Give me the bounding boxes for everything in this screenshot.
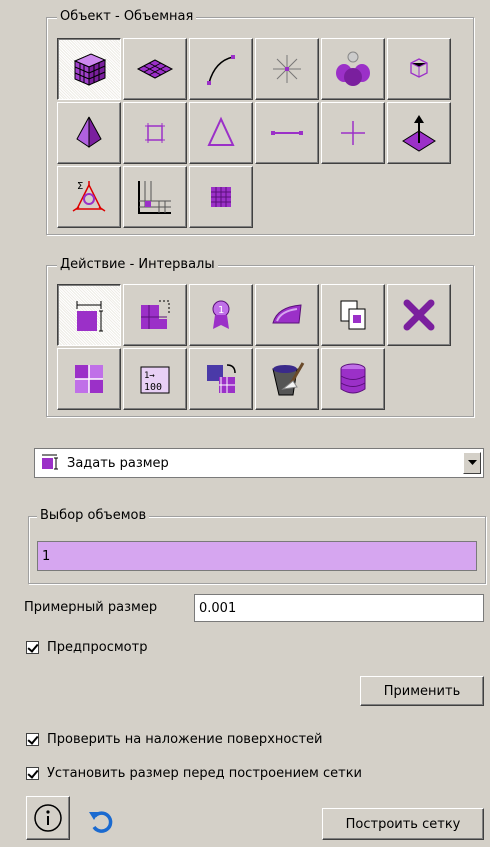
mesh-corner-icon[interactable] [123, 166, 187, 228]
preview-label: Предпросмотр [47, 640, 148, 655]
svg-text:Σ: Σ [77, 181, 83, 192]
info-button[interactable] [26, 796, 70, 840]
quadrants-icon[interactable] [57, 348, 121, 410]
info-icon [34, 804, 62, 832]
preview-checkbox[interactable]: Предпросмотр [26, 640, 147, 655]
preview-check-box[interactable] [26, 641, 39, 654]
svg-text:1→: 1→ [144, 371, 155, 381]
apply-button[interactable]: Применить [360, 676, 484, 706]
volume-select-input[interactable]: 1 [37, 541, 477, 571]
approx-size-label: Примерный размер [24, 600, 158, 615]
brush-bucket-icon[interactable] [255, 348, 319, 410]
check-overlap-label: Проверить на наложение поверхностей [47, 732, 323, 747]
build-mesh-button[interactable]: Построить сетку [322, 808, 484, 840]
curve-icon[interactable] [189, 38, 253, 100]
copy-icon[interactable] [321, 284, 385, 346]
action-group: Действие - Интервалы 1 1→ 100 [46, 256, 474, 417]
approx-size-value: 0.001 [199, 600, 237, 616]
reset-icon[interactable] [84, 806, 118, 836]
set-size-before-box[interactable] [26, 767, 39, 780]
operation-select[interactable]: Задать размер [34, 448, 484, 478]
volume-select-title: Выбор объемов [37, 507, 150, 525]
split-block-icon[interactable] [123, 284, 187, 346]
edge-icon[interactable] [255, 102, 319, 164]
object-group: Объект - Объемная Σ [46, 8, 474, 235]
badge-icon[interactable]: 1 [189, 284, 253, 346]
approx-size-input[interactable]: 0.001 [194, 594, 484, 622]
set-size-small-icon [41, 454, 61, 472]
check-overlap-checkbox[interactable]: Проверить на наложение поверхностей [26, 732, 323, 747]
iron-icon[interactable] [255, 284, 319, 346]
delete-x-icon[interactable] [387, 284, 451, 346]
volume-select-value: 1 [42, 548, 51, 564]
sum-triangle-icon[interactable]: Σ [57, 166, 121, 228]
triangle-icon[interactable] [189, 102, 253, 164]
polyhedron-icon[interactable] [387, 38, 451, 100]
group-icon[interactable] [321, 38, 385, 100]
set-size-before-label: Установить размер перед построением сетк… [47, 766, 363, 781]
operation-select-value: Задать размер [67, 455, 169, 471]
object-group-title: Объект - Объемная [57, 8, 197, 26]
action-group-title: Действие - Интервалы [57, 256, 218, 274]
database-icon[interactable] [321, 348, 385, 410]
set-size-before-checkbox[interactable]: Установить размер перед построением сетк… [26, 766, 362, 781]
volume-select-group: Выбор объемов 1 [28, 507, 486, 584]
vertex-icon[interactable] [255, 38, 319, 100]
surface-icon[interactable] [123, 38, 187, 100]
grid-icon[interactable] [189, 166, 253, 228]
chevron-down-icon[interactable] [463, 452, 481, 474]
extrude-icon[interactable] [387, 102, 451, 164]
set-size-icon[interactable] [57, 284, 121, 346]
interval-count-icon[interactable]: 1→ 100 [123, 348, 187, 410]
cone-icon[interactable] [57, 102, 121, 164]
svg-text:100: 100 [144, 382, 162, 393]
svg-text:1: 1 [218, 305, 224, 316]
square-icon[interactable] [123, 102, 187, 164]
check-overlap-box[interactable] [26, 733, 39, 746]
volume-cube-icon[interactable] [57, 38, 121, 100]
node-icon[interactable] [321, 102, 385, 164]
transfer-icon[interactable] [189, 348, 253, 410]
